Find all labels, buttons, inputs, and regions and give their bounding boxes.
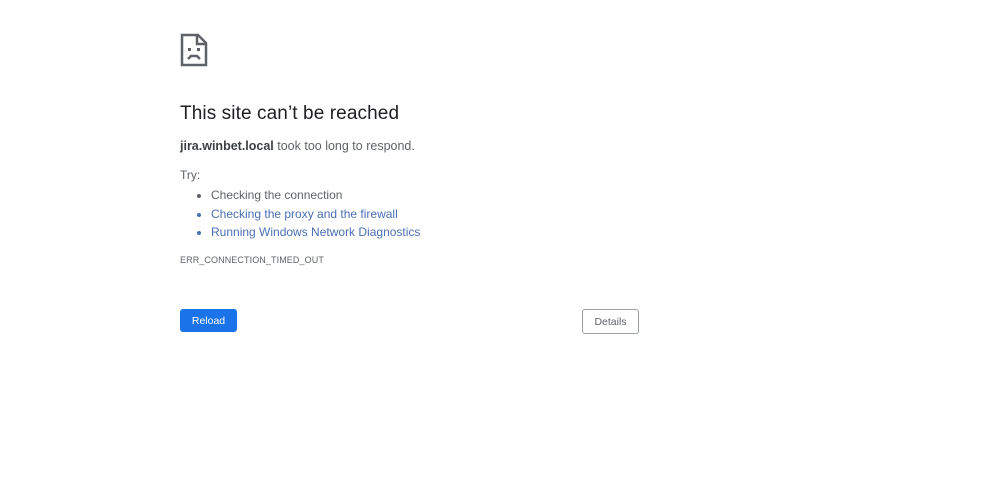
sad-page-icon	[180, 33, 208, 67]
error-code: ERR_CONNECTION_TIMED_OUT	[180, 254, 324, 265]
host-name: jira.winbet.local	[180, 139, 274, 153]
error-page: This site can’t be reached jira.winbet.l…	[180, 33, 640, 265]
try-label: Try:	[180, 168, 201, 182]
suggestion-check-connection: Checking the connection	[211, 186, 640, 205]
suggestions-list: Checking the connection Checking the pro…	[180, 186, 640, 242]
suggestion-check-proxy-firewall[interactable]: Checking the proxy and the firewall	[211, 205, 640, 224]
button-row: Reload Details	[180, 309, 639, 334]
error-summary: jira.winbet.local took too long to respo…	[180, 139, 640, 153]
details-button[interactable]: Details	[582, 309, 639, 334]
suggestion-network-diagnostics[interactable]: Running Windows Network Diagnostics	[211, 223, 640, 242]
summary-message: took too long to respond.	[273, 139, 415, 153]
error-heading: This site can’t be reached	[180, 103, 400, 124]
reload-button[interactable]: Reload	[180, 309, 237, 332]
